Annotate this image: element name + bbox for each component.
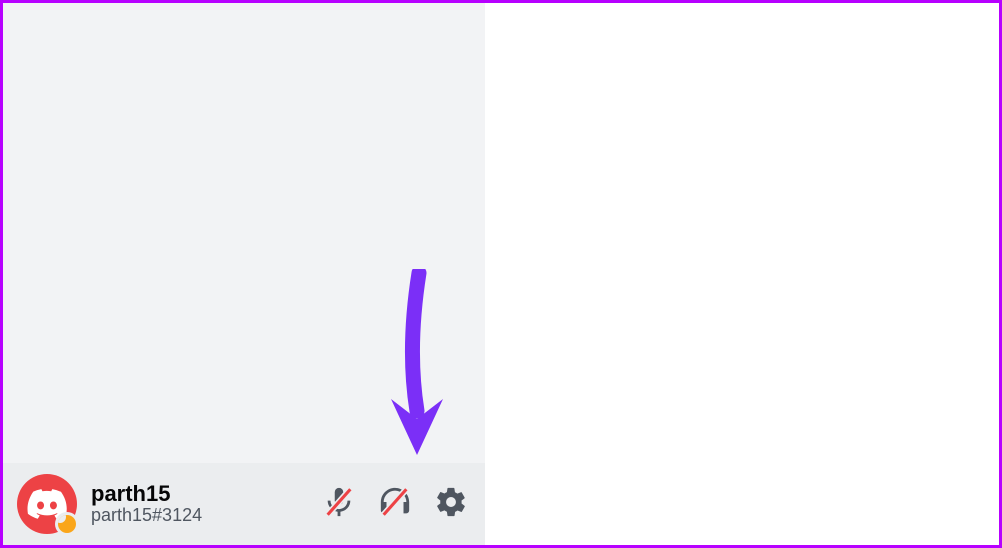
deafen-button[interactable] xyxy=(375,484,415,524)
app-frame: parth15 parth15#3124 xyxy=(0,0,1002,548)
idle-moon-icon xyxy=(55,512,79,536)
sidebar-empty-area xyxy=(3,3,485,463)
sidebar-pane: parth15 parth15#3124 xyxy=(3,3,485,545)
user-info[interactable]: parth15 parth15#3124 xyxy=(91,482,319,526)
mute-button[interactable] xyxy=(319,484,359,524)
user-panel: parth15 parth15#3124 xyxy=(3,463,485,545)
username-label: parth15 xyxy=(91,482,319,506)
headphones-muted-icon xyxy=(378,485,412,524)
gear-icon xyxy=(434,485,468,524)
main-content-area xyxy=(485,3,999,545)
settings-button[interactable] xyxy=(431,484,471,524)
microphone-muted-icon xyxy=(322,485,356,524)
user-action-bar xyxy=(319,484,471,524)
usertag-label: parth15#3124 xyxy=(91,506,319,526)
user-avatar[interactable] xyxy=(17,474,77,534)
